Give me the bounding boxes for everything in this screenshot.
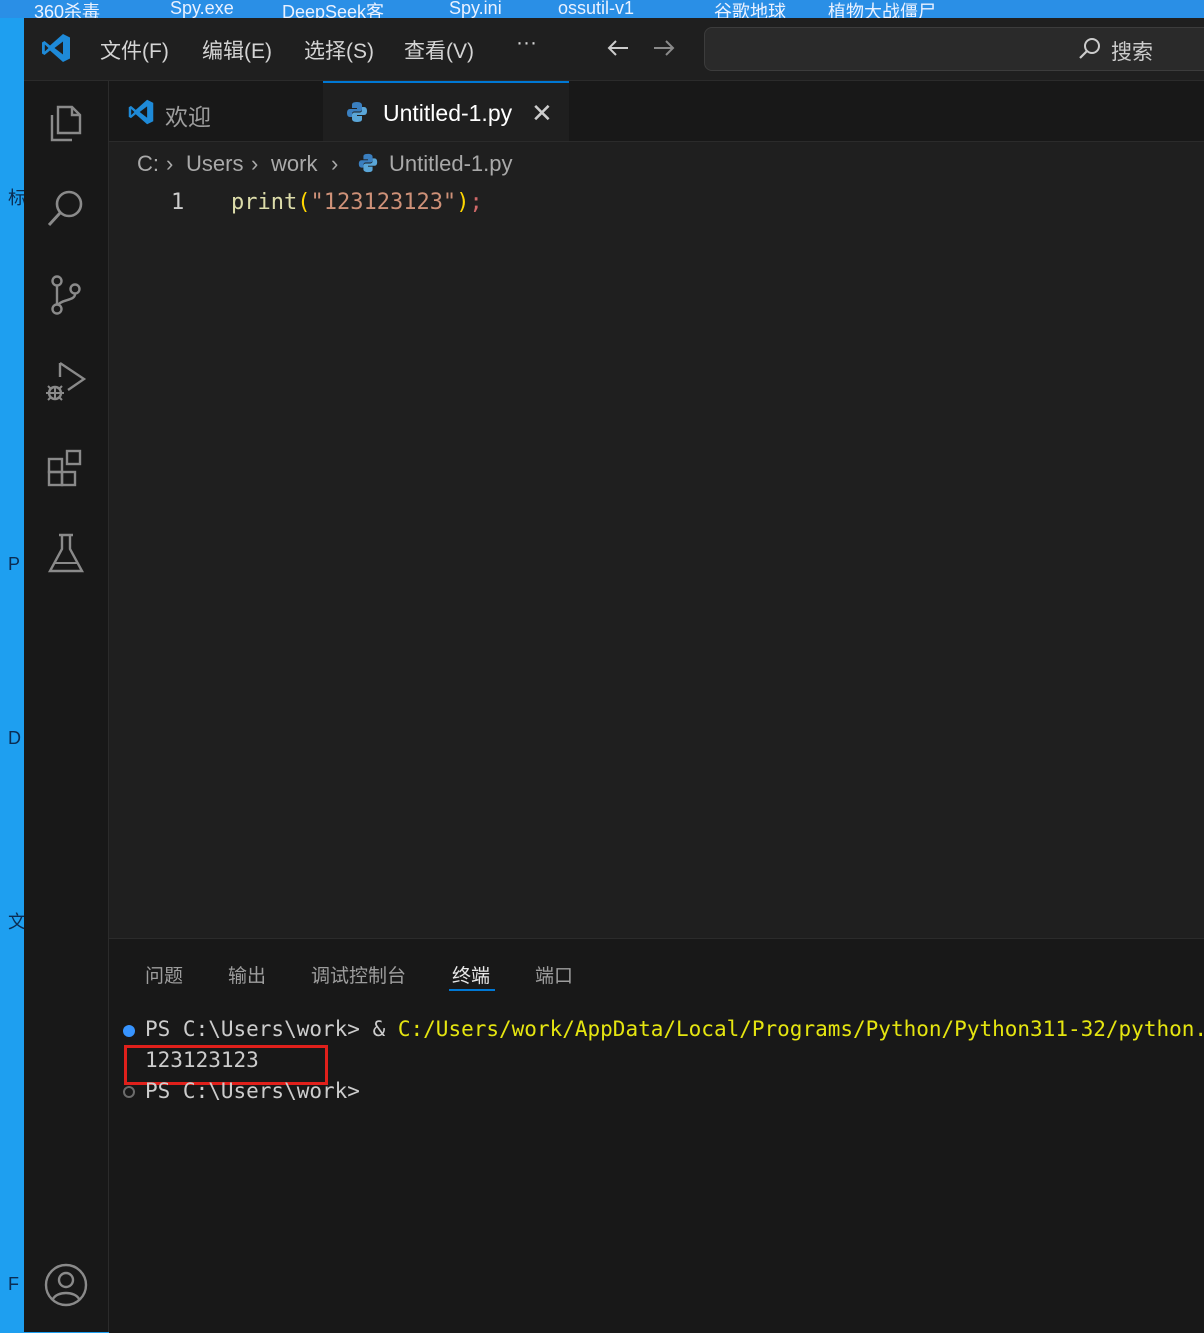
chevron-right-icon: › [251, 151, 259, 176]
token-paren: ( [297, 190, 311, 215]
line-number: 1 [171, 190, 185, 215]
bottom-panel: 问题 输出 调试控制台 终端 端口 PS C:\Users\work> & C:… [109, 938, 1204, 1333]
desktop-label[interactable]: DeepSeek客 [282, 0, 384, 18]
title-bar: 文件(F) 编辑(E) 选择(S) 查看(V) ··· 搜索 [24, 18, 1204, 81]
desktop-label[interactable]: 谷歌地球 [714, 0, 786, 18]
python-icon [358, 153, 378, 173]
source-control-icon[interactable] [42, 271, 90, 319]
desktop-label: D [8, 728, 21, 748]
desktop-label: F [8, 1274, 19, 1294]
code-text[interactable]: print("123123123"); [231, 190, 483, 215]
forward-arrow-icon[interactable] [650, 34, 678, 62]
extensions-icon[interactable] [42, 443, 90, 491]
active-tab-indicator [449, 989, 495, 991]
activity-bar [24, 81, 109, 1332]
menu-edit[interactable]: 编辑(E) [202, 35, 272, 65]
desktop-icon-labels: 360杀毒 Spy.exe DeepSeek客 Spy.ini ossutil-… [0, 0, 1204, 18]
breadcrumb-item[interactable]: C: [137, 151, 159, 177]
tab-ports[interactable]: 端口 [535, 961, 573, 988]
tab-problems[interactable]: 问题 [145, 961, 183, 988]
search-placeholder: 搜索 [1111, 41, 1153, 64]
chevron-right-icon: › [166, 151, 174, 176]
token-string: "123123123" [310, 190, 457, 215]
tab-debug-console[interactable]: 调试控制台 [311, 961, 406, 988]
back-arrow-icon[interactable] [604, 34, 632, 62]
account-icon[interactable] [42, 1261, 90, 1309]
search-icon [1079, 38, 1100, 59]
breadcrumb: C: › Users › work › Untitled-1.py [109, 142, 1204, 182]
desktop-label[interactable]: 植物大战僵尸 [828, 0, 936, 18]
menu-more[interactable]: ··· [516, 31, 537, 55]
menu-view[interactable]: 查看(V) [404, 35, 474, 65]
breadcrumb-item[interactable]: Untitled-1.py [389, 151, 513, 177]
desktop-label: P [8, 554, 21, 574]
desktop-label[interactable]: Spy.exe [170, 0, 234, 18]
tab-terminal[interactable]: 终端 [452, 961, 490, 988]
terminal-line[interactable]: PS C:\Users\work> & C:/Users/work/AppDat… [145, 1017, 1204, 1047]
tab-welcome[interactable]: 欢迎 [109, 81, 323, 141]
desktop-label[interactable]: Spy.ini [449, 0, 502, 18]
token-paren: ) [456, 190, 470, 215]
menu-file[interactable]: 文件(F) [100, 35, 169, 65]
vscode-logo-icon [128, 99, 154, 125]
chevron-right-icon: › [331, 151, 339, 176]
breadcrumb-item[interactable]: Users [186, 151, 243, 177]
menu-selection[interactable]: 选择(S) [304, 35, 374, 65]
terminal-prompt: PS C:\Users\work> & [145, 1017, 398, 1041]
vscode-window: 文件(F) 编辑(E) 选择(S) 查看(V) ··· 搜索 欢迎 Untitl… [24, 18, 1204, 1333]
terminal-prompt-line[interactable]: PS C:\Users\work> [145, 1079, 360, 1109]
command-pending-dot-icon [123, 1086, 135, 1098]
command-search-box[interactable]: 搜索 [704, 27, 1204, 71]
terminal-command-path: C:/Users/work/AppData/Local/Programs/Pyt… [397, 1017, 1204, 1041]
code-line[interactable]: 1 print("123123123"); [109, 186, 1204, 220]
code-editor[interactable]: 1 print("123123123"); [109, 182, 1204, 938]
tab-output[interactable]: 输出 [228, 961, 266, 988]
command-success-dot-icon [123, 1025, 135, 1037]
tab-label: 欢迎 [165, 104, 211, 130]
testing-icon[interactable] [42, 529, 90, 577]
run-debug-icon[interactable] [42, 357, 90, 405]
token-semicolon: ; [469, 190, 483, 215]
python-icon [347, 102, 367, 122]
explorer-icon[interactable] [42, 99, 90, 147]
tab-label: Untitled-1.py [383, 100, 513, 126]
editor-tabs: 欢迎 Untitled-1.py ✕ [109, 81, 1204, 142]
token-function: print [231, 190, 298, 215]
desktop-label[interactable]: 360杀毒 [34, 0, 100, 18]
desktop-label[interactable]: ossutil-v1 [558, 0, 634, 18]
search-icon[interactable] [42, 185, 90, 233]
close-icon[interactable]: ✕ [531, 98, 553, 129]
breadcrumb-item[interactable]: work [271, 151, 317, 177]
vscode-logo-icon [42, 34, 70, 62]
desktop-left-strip: 标 P D 文 F [0, 18, 26, 1332]
tab-untitled-1[interactable]: Untitled-1.py ✕ [323, 81, 569, 141]
